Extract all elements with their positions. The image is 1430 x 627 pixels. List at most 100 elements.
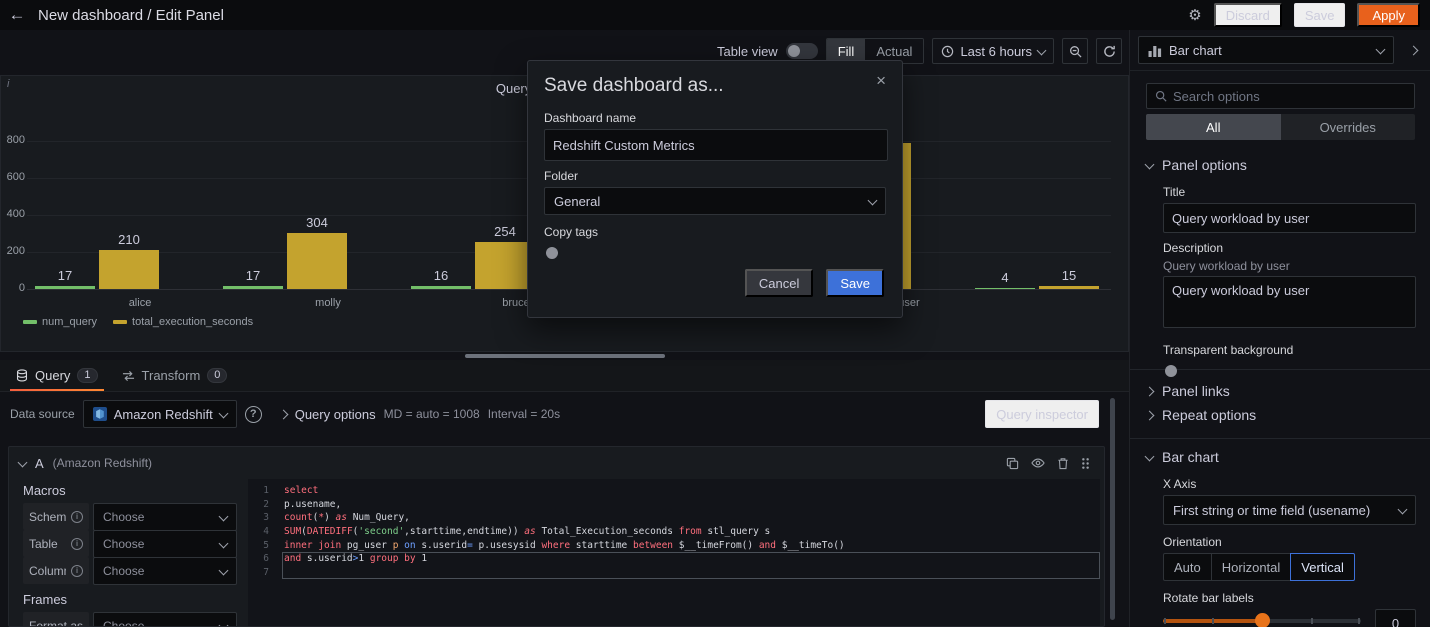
legend-label: total_execution_seconds [132, 316, 254, 328]
dashboard-name-input[interactable] [544, 129, 888, 161]
orientation-auto[interactable]: Auto [1163, 553, 1212, 581]
select-value: Choose [103, 537, 145, 551]
modal-save-button[interactable]: Save [826, 269, 884, 297]
query-row-header[interactable]: A (Amazon Redshift) [9, 447, 1104, 479]
close-icon[interactable]: × [876, 72, 886, 89]
slider-handle[interactable] [1255, 613, 1270, 627]
query-editor-body: Macros Schemai Choose Tablei Choose Colu… [9, 479, 1104, 626]
section-title: Repeat options [1162, 407, 1257, 423]
editor-scrollbar[interactable] [1110, 398, 1115, 620]
bar-chart-section: Bar chart X Axis First string or time fi… [1144, 449, 1416, 627]
discard-button[interactable]: Discard [1213, 3, 1282, 27]
chevron-down-icon [218, 538, 229, 548]
rotate-value-input[interactable] [1375, 609, 1416, 627]
hide-query-eye-icon[interactable] [1031, 457, 1045, 469]
sidebar-content: All Overrides Panel options Title Descri… [1130, 71, 1430, 627]
bar-num_query[interactable] [223, 285, 283, 289]
info-icon[interactable]: i [71, 537, 83, 550]
legend-item-num-query[interactable]: num_query [23, 316, 97, 328]
table-view-toggle[interactable] [785, 43, 818, 59]
x-axis-select[interactable]: First string or time field (usename) [1163, 495, 1416, 525]
query-inspector-button[interactable]: Query inspector [985, 400, 1099, 428]
panel-title-input[interactable] [1163, 203, 1416, 233]
panel-info-icon[interactable]: i [7, 78, 9, 90]
slider-tick [1310, 618, 1313, 624]
sql-code-editor[interactable]: 1234567 select p.usename, count(*) as Num_… [248, 479, 1100, 626]
info-icon[interactable]: i [71, 510, 83, 523]
bar-chart-icon [1148, 44, 1162, 57]
select-value: Choose [103, 564, 145, 578]
query-options-toggle[interactable]: Query options [295, 407, 376, 422]
refresh-button[interactable] [1096, 38, 1122, 64]
macros-column: Macros Schemai Choose Tablei Choose Colu… [9, 479, 248, 626]
rotate-slider[interactable]: -90° -45° 0° 45° 90° [1163, 609, 1361, 627]
orientation-horizontal[interactable]: Horizontal [1211, 553, 1292, 581]
column-select[interactable]: Choose [93, 557, 237, 585]
transform-icon [122, 370, 135, 382]
chevron-right-icon [1144, 386, 1155, 396]
folder-value: General [554, 193, 601, 209]
tab-overrides[interactable]: Overrides [1281, 114, 1416, 140]
search-icon [1155, 90, 1167, 102]
bar-num_query[interactable] [411, 286, 471, 289]
chevron-down-icon [218, 565, 229, 575]
time-range-picker[interactable]: Last 6 hours [932, 38, 1054, 64]
bar-num_query[interactable] [35, 285, 95, 289]
bar-total_execution_seconds[interactable] [99, 250, 159, 289]
visualization-picker[interactable]: Bar chart [1138, 36, 1394, 64]
options-search[interactable] [1146, 83, 1415, 109]
column-field-row: Columni Choose [23, 557, 248, 585]
duplicate-query-icon[interactable] [1006, 457, 1019, 470]
data-pane-tabs: Query 1 Transform 0 [0, 360, 1129, 392]
datasource-help-icon[interactable]: ? [244, 405, 262, 423]
gear-icon[interactable]: ⚙ [1188, 6, 1201, 24]
splitter-grip[interactable] [464, 354, 665, 358]
info-icon[interactable]: i [71, 564, 83, 577]
search-input[interactable] [1173, 88, 1406, 104]
x-axis-label: molly [315, 297, 341, 309]
query-row-actions [1006, 457, 1090, 470]
orientation-vertical[interactable]: Vertical [1290, 553, 1355, 581]
column-label: Column [29, 563, 66, 578]
panel-links-header[interactable]: Panel links [1144, 380, 1415, 402]
datasource-picker[interactable]: Amazon Redshift [82, 400, 237, 428]
table-select[interactable]: Choose [93, 530, 237, 558]
panel-description-textarea[interactable]: Query workload by user [1163, 276, 1416, 328]
code-line-numbers: 1234567 [263, 485, 269, 579]
apply-button[interactable]: Apply [1357, 3, 1420, 27]
code-lines[interactable]: select p.usename, count(*) as Num_Query, SU… [278, 479, 1100, 626]
chart-legend: num_query total_execution_seconds [23, 316, 253, 328]
delete-query-trash-icon[interactable] [1057, 457, 1069, 470]
modal-title: Save dashboard as... [544, 75, 724, 96]
save-dashboard-modal: Save dashboard as... × Dashboard name Fo… [527, 60, 903, 318]
format-as-select[interactable]: Choose [93, 612, 237, 626]
tab-transform[interactable]: Transform 0 [114, 360, 236, 391]
orientation-radio-group: Auto Horizontal Vertical [1163, 553, 1415, 581]
back-arrow-button[interactable]: ← [0, 0, 34, 30]
bar-chart-header[interactable]: Bar chart [1144, 449, 1415, 465]
collapse-query-icon[interactable] [17, 457, 28, 467]
folder-select[interactable]: General [544, 187, 886, 215]
tab-query[interactable]: Query 1 [8, 360, 106, 391]
bar-total_execution_seconds[interactable] [287, 232, 347, 289]
tab-all[interactable]: All [1146, 114, 1281, 140]
bar-num_query[interactable] [975, 288, 1035, 289]
schema-select[interactable]: Choose [93, 503, 237, 531]
bar-total_execution_seconds[interactable] [1039, 286, 1099, 289]
pane-splitter[interactable] [0, 352, 1129, 360]
format-as-field-row: Format as Choose [23, 612, 248, 626]
panel-options-header[interactable]: Panel options [1144, 157, 1415, 173]
arrow-left-icon: ← [8, 5, 26, 24]
y-axis-tick-label: 800 [6, 134, 25, 146]
collapse-options-pane-button[interactable] [1404, 40, 1422, 60]
datasource-label: Data source [10, 407, 75, 421]
table-field-row: Table i Choose [23, 530, 248, 558]
legend-item-total-execution-seconds[interactable]: total_execution_seconds [113, 316, 253, 328]
bar-total_execution_seconds[interactable] [475, 242, 535, 289]
save-button[interactable]: Save [1293, 3, 1346, 27]
slider-tick [1163, 618, 1166, 624]
drag-handle-grip-icon[interactable] [1081, 457, 1090, 470]
zoom-out-button[interactable] [1062, 38, 1088, 64]
repeat-options-header[interactable]: Repeat options [1144, 404, 1415, 426]
cancel-button[interactable]: Cancel [744, 269, 814, 297]
